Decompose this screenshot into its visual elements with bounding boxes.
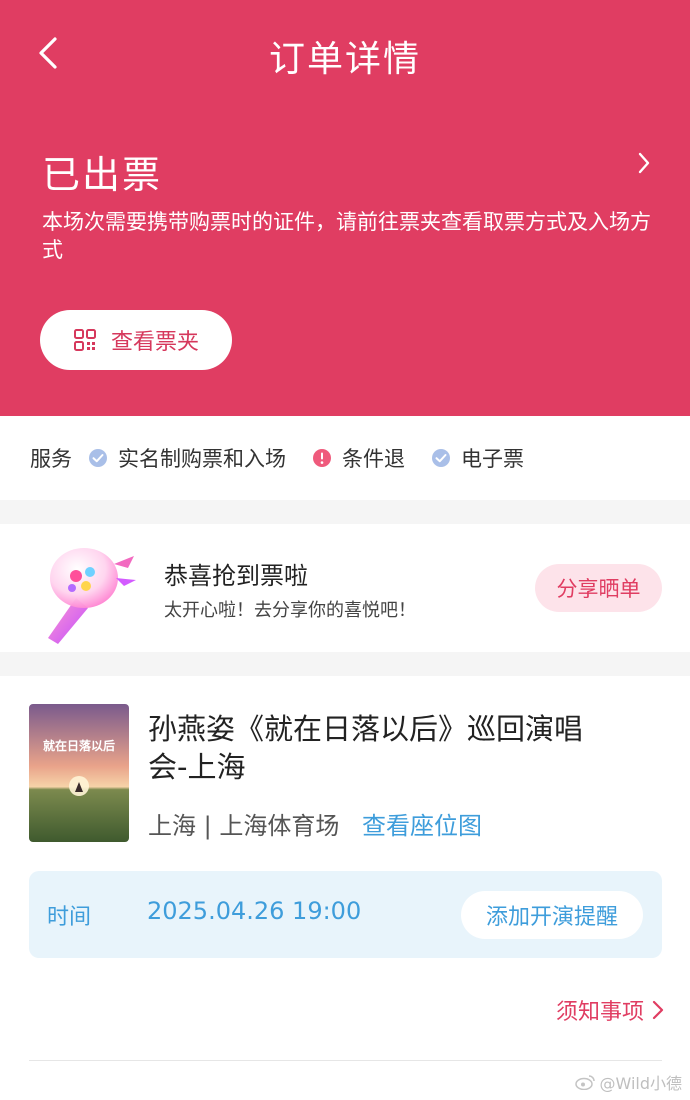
service-item-eticket: 电子票 [431,443,524,473]
divider [29,1060,662,1061]
event-venue: 上海 | 上海体育场 [148,812,340,840]
notice-link-label: 须知事项 [555,1000,644,1025]
chevron-right-icon [652,1000,664,1020]
service-item-refund: 条件退 [312,443,405,473]
view-ticket-wallet-button[interactable]: 查看票夹 [40,310,232,370]
weibo-icon [575,1075,596,1090]
light-stick-illustration [48,548,136,644]
qr-code-icon [73,329,96,351]
service-label: 服务 [30,447,72,471]
service-item-label: 实名制购票和入场 [118,447,286,471]
event-card: 就在日落以后 孙燕姿《就在日落以后》巡回演唱会-上海 上海 | 上海体育场 查看… [0,676,690,1100]
showtime-box: 时间 2025.04.26 19:00 添加开演提醒 [29,871,662,958]
order-status-header: 订单详情 已出票 本场次需要携带购票时的证件，请前往票夹查看取票方式及入场方式 … [0,0,690,416]
time-label: 时间 [47,905,92,930]
service-row[interactable]: 服务 实名制购票和入场 条件退 电子票 [0,416,690,500]
share-subtitle: 太开心啦！去分享你的喜悦吧！ [164,600,416,621]
notice-link[interactable]: 须知事项 [556,994,664,1026]
time-value: 2025.04.26 19:00 [147,897,362,925]
check-circle-icon [88,448,108,468]
order-status-title[interactable]: 已出票 [42,144,162,199]
share-title: 恭喜抢到票啦 [164,562,308,590]
seat-map-link[interactable]: 查看座位图 [362,806,482,841]
status-detail-arrow[interactable] [628,146,660,180]
event-title[interactable]: 孙燕姿《就在日落以后》巡回演唱会-上海 [148,710,618,786]
share-card: 恭喜抢到票啦 太开心啦！去分享你的喜悦吧！ 分享晒单 [0,524,690,652]
check-circle-icon [431,448,451,468]
share-button[interactable]: 分享晒单 [535,564,662,612]
service-item-label: 条件退 [342,447,405,471]
watermark-text: @Wild小德 [599,1074,682,1093]
chevron-right-icon [638,152,650,174]
event-poster[interactable]: 就在日落以后 [29,704,129,842]
service-item-label: 电子票 [461,447,524,471]
poster-title-text: 就在日落以后 [43,738,115,753]
add-reminder-button[interactable]: 添加开演提醒 [461,891,643,939]
watermark: @Wild小德 [575,1070,682,1094]
page-title: 订单详情 [268,39,421,80]
view-ticket-wallet-label: 查看票夹 [110,330,199,355]
status-description: 本场次需要携带购票时的证件，请前往票夹查看取票方式及入场方式 [42,210,651,262]
service-item-realname: 实名制购票和入场 [88,443,286,473]
alert-circle-icon [312,448,332,468]
